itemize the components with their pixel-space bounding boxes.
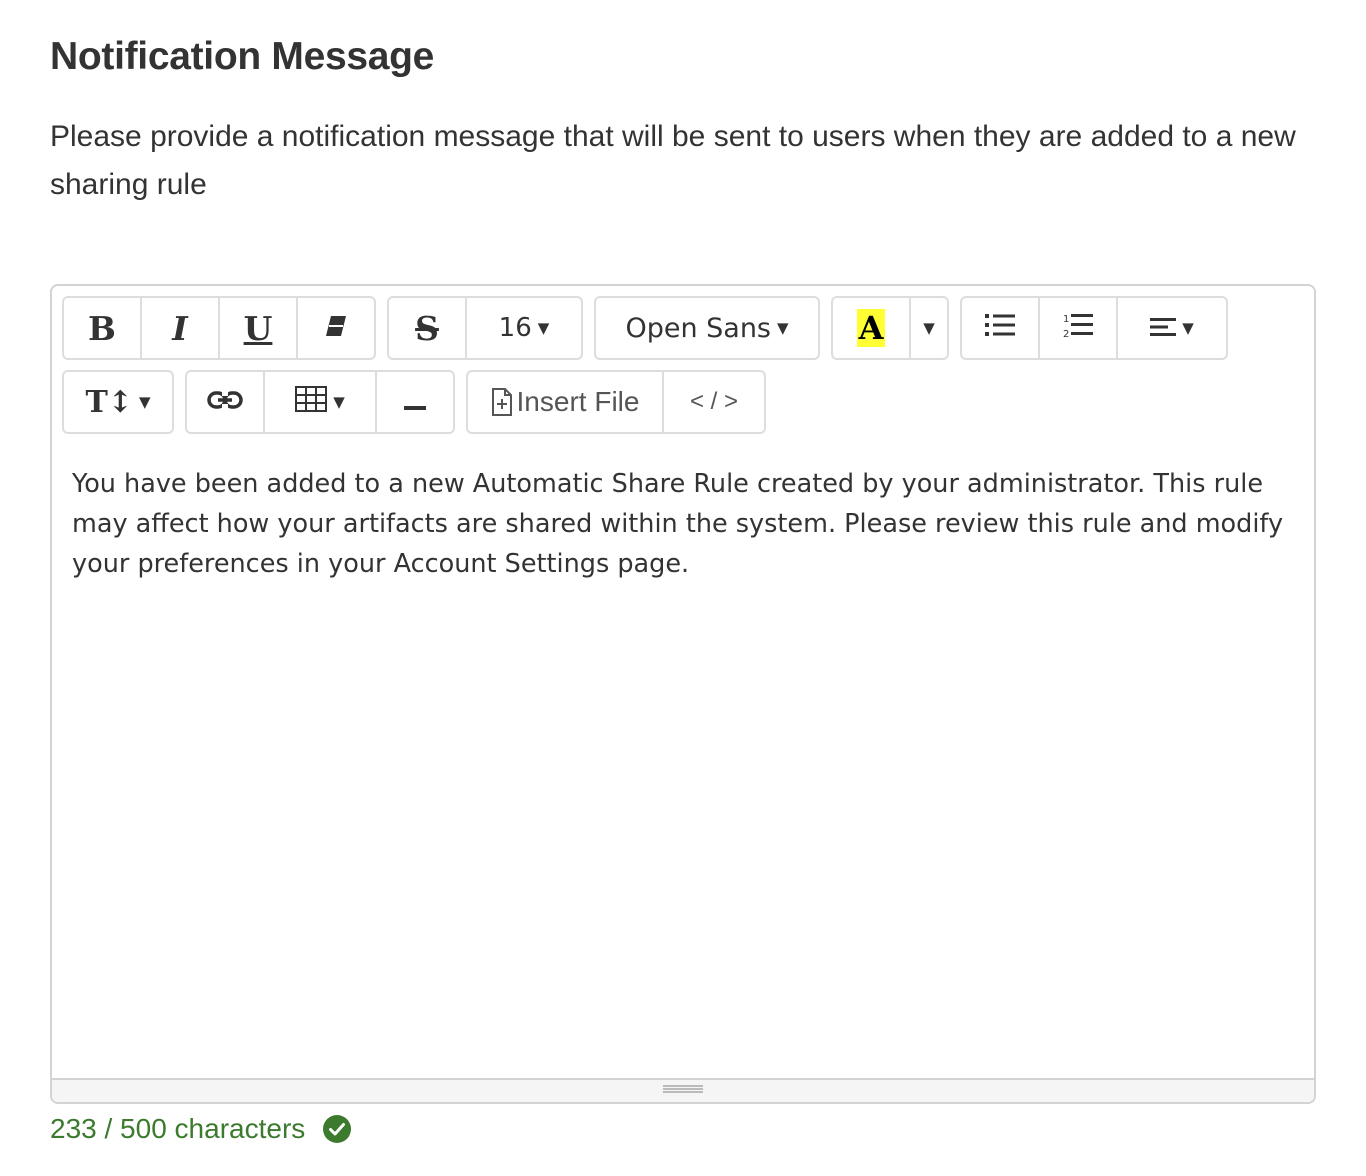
font-style-group: B I U xyxy=(62,296,376,360)
line-height-icon: T↕ xyxy=(85,384,133,420)
unordered-list-icon xyxy=(985,313,1015,344)
table-icon xyxy=(295,385,328,419)
page-description: Please provide a notification message th… xyxy=(50,120,1296,201)
ordered-list-button[interactable]: 1 2 xyxy=(1038,296,1118,360)
insert-file-label: Insert File xyxy=(516,386,640,417)
strikethrough-button[interactable]: S xyxy=(387,296,467,360)
table-dropdown[interactable]: ▼ xyxy=(263,370,377,434)
chevron-down-icon: ▼ xyxy=(537,319,550,337)
italic-button[interactable]: I xyxy=(140,296,220,360)
font-size-dropdown[interactable]: 16 ▼ xyxy=(465,296,583,360)
insert-group: ▼ xyxy=(185,370,455,434)
message-editor-content[interactable]: You have been added to a new Automatic S… xyxy=(72,464,1302,584)
editor-resize-bar[interactable] xyxy=(52,1078,1314,1102)
font-family-group: Open Sans ▼ xyxy=(594,296,820,360)
chevron-down-icon: ▼ xyxy=(1182,319,1194,337)
code-icon: < / > xyxy=(689,388,739,415)
clear-format-button[interactable] xyxy=(296,296,376,360)
eraser-icon xyxy=(324,313,348,344)
unordered-list-button[interactable] xyxy=(960,296,1040,360)
horizontal-rule-button[interactable] xyxy=(375,370,455,434)
code-view-button[interactable]: < / > xyxy=(662,370,766,434)
align-icon xyxy=(1150,313,1177,344)
text-color-button[interactable]: A xyxy=(831,296,911,360)
text-color-icon: A xyxy=(856,309,886,347)
link-button[interactable] xyxy=(185,370,265,434)
horizontal-rule-icon xyxy=(404,387,426,418)
font-size-group: S 16 ▼ xyxy=(387,296,583,360)
character-count-text: 233 / 500 characters xyxy=(50,1113,306,1144)
bold-button[interactable]: B xyxy=(62,296,142,360)
color-group: A ▼ xyxy=(831,296,949,360)
file-icon xyxy=(491,388,513,416)
chevron-down-icon: ▼ xyxy=(138,393,151,411)
svg-text:1: 1 xyxy=(1063,314,1069,325)
toolbar-row-2: T↕ ▼ ▼ Insert File < / > xyxy=(62,370,777,434)
font-family-dropdown[interactable]: Open Sans ▼ xyxy=(594,296,820,360)
check-circle-icon xyxy=(323,1115,352,1143)
align-dropdown[interactable]: ▼ xyxy=(1116,296,1228,360)
paragraph-group: 1 2 ▼ xyxy=(960,296,1228,360)
insert-file-button[interactable]: Insert File xyxy=(466,370,664,434)
link-icon xyxy=(207,387,243,418)
resize-grip-icon[interactable] xyxy=(663,1085,703,1093)
rich-text-editor: B I U S 16 ▼ Open Sans ▼ A ▼ 1 2 ▼ T↕ ▼ … xyxy=(50,284,1316,1104)
underline-button[interactable]: U xyxy=(218,296,298,360)
character-counter: 233 / 500 characters xyxy=(50,1108,352,1150)
line-height-dropdown[interactable]: T↕ ▼ xyxy=(62,370,174,434)
file-code-group: Insert File < / > xyxy=(466,370,766,434)
chevron-down-icon: ▼ xyxy=(777,319,789,337)
font-size-value: 16 xyxy=(498,313,532,343)
page-title: Notification Message xyxy=(50,35,435,78)
svg-text:2: 2 xyxy=(1063,329,1069,338)
ordered-list-icon: 1 2 xyxy=(1063,312,1093,345)
toolbar-row-1: B I U S 16 ▼ Open Sans ▼ A ▼ 1 2 ▼ xyxy=(62,296,1239,360)
color-dropdown-toggle[interactable]: ▼ xyxy=(909,296,949,360)
font-family-value: Open Sans xyxy=(625,312,771,344)
chevron-down-icon: ▼ xyxy=(333,393,345,411)
chevron-down-icon: ▼ xyxy=(923,319,935,337)
height-group: T↕ ▼ xyxy=(62,370,174,434)
